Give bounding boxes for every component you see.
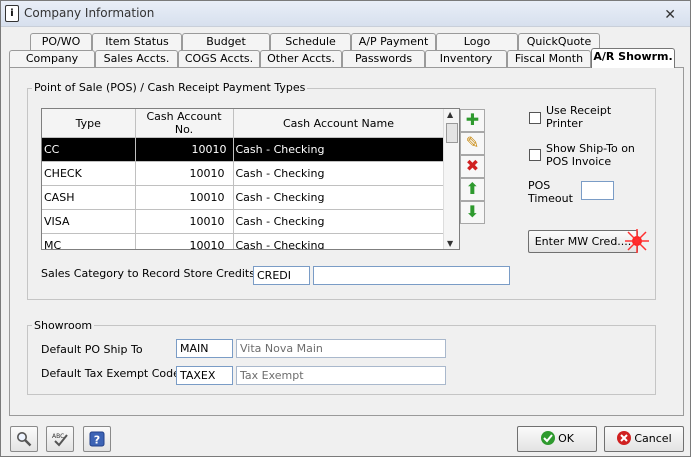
default-po-ship-to-label: Default PO Ship To bbox=[41, 343, 143, 356]
plus-icon: ✚ bbox=[465, 110, 480, 129]
showroom-group-title: Showroom bbox=[32, 319, 95, 332]
pencil-icon: ✎ bbox=[465, 133, 480, 152]
cancel-button[interactable]: Cancel bbox=[604, 426, 684, 452]
scroll-down-arrow-icon[interactable]: ▼ bbox=[447, 239, 453, 248]
move-up-button[interactable]: ⬆ bbox=[460, 178, 485, 201]
edit-row-button[interactable]: ✎ bbox=[460, 132, 485, 155]
sales-category-label: Sales Category to Record Store Credits bbox=[41, 267, 255, 280]
delete-row-button[interactable]: ✖ bbox=[460, 155, 485, 178]
cell-account-no[interactable]: 10010 bbox=[135, 233, 234, 249]
tab-company[interactable]: Company bbox=[9, 50, 95, 67]
payment-types-grid: Type Cash Account No. Cash Account Name … bbox=[41, 108, 460, 250]
sales-category-desc-input[interactable] bbox=[313, 266, 510, 285]
cell-account-no[interactable]: 10010 bbox=[135, 185, 234, 210]
tab-sales-accts[interactable]: Sales Accts. bbox=[95, 50, 178, 67]
scroll-up-arrow-icon[interactable]: ▲ bbox=[447, 110, 453, 119]
company-information-window: i Company Information ✕ PO/WO Item Statu… bbox=[0, 0, 691, 457]
table-row[interactable]: CHECK 10010 Cash - Checking bbox=[42, 161, 445, 186]
enter-mw-cred-button[interactable]: Enter MW Cred.... bbox=[528, 230, 638, 253]
default-po-ship-to-name-field: Vita Nova Main bbox=[236, 339, 446, 358]
column-header-cash-account-no[interactable]: Cash Account No. bbox=[135, 109, 234, 138]
show-ship-to-label: Show Ship-To on POS Invoice bbox=[546, 142, 635, 168]
close-window-button[interactable]: ✕ bbox=[664, 7, 676, 23]
table-row[interactable]: CC 10010 Cash - Checking bbox=[42, 137, 445, 162]
tab-po-wo[interactable]: PO/WO bbox=[30, 33, 92, 50]
cell-account-no[interactable]: 10010 bbox=[135, 209, 234, 234]
cell-type[interactable]: CASH bbox=[42, 185, 136, 210]
checkmark-circle-icon bbox=[541, 431, 556, 445]
default-tax-exempt-label: Default Tax Exempt Code bbox=[41, 367, 180, 380]
grid-header: Type Cash Account No. Cash Account Name bbox=[42, 109, 445, 138]
window-title: Company Information bbox=[24, 6, 155, 20]
tab-schedule[interactable]: Schedule bbox=[270, 33, 351, 50]
sales-category-code-input[interactable]: CREDI bbox=[253, 266, 310, 285]
cell-account-name[interactable]: Cash - Checking bbox=[233, 233, 445, 249]
table-row[interactable]: CASH 10010 Cash - Checking bbox=[42, 185, 445, 210]
cell-type[interactable]: CC bbox=[42, 137, 136, 162]
tab-passwords[interactable]: Passwords bbox=[342, 50, 425, 67]
tab-budget[interactable]: Budget bbox=[182, 33, 270, 50]
tab-other-accts[interactable]: Other Accts. bbox=[260, 50, 342, 67]
cell-type[interactable]: VISA bbox=[42, 209, 136, 234]
delete-x-icon: ✖ bbox=[465, 156, 480, 175]
tab-ap-payment[interactable]: A/P Payment bbox=[351, 33, 436, 50]
arrow-up-icon: ⬆ bbox=[465, 179, 480, 198]
cell-account-name[interactable]: Cash - Checking bbox=[233, 185, 445, 210]
column-header-cash-account-name[interactable]: Cash Account Name bbox=[233, 109, 445, 138]
tab-quickquote[interactable]: QuickQuote bbox=[518, 33, 600, 50]
column-header-type[interactable]: Type bbox=[42, 109, 136, 138]
ok-label: OK bbox=[558, 432, 574, 445]
add-row-button[interactable]: ✚ bbox=[460, 109, 485, 132]
pos-timeout-input[interactable] bbox=[581, 181, 614, 200]
svg-text:ABC: ABC bbox=[52, 433, 64, 440]
default-tax-exempt-name-field: Tax Exempt bbox=[236, 366, 446, 385]
svg-text:?: ? bbox=[94, 434, 100, 447]
arrow-down-icon: ⬇ bbox=[465, 202, 480, 221]
title-bar: i Company Information ✕ bbox=[1, 1, 690, 27]
tab-item-status[interactable]: Item Status bbox=[92, 33, 182, 50]
highlight-burst-icon bbox=[625, 229, 649, 253]
move-down-button[interactable]: ⬇ bbox=[460, 201, 485, 224]
tab-ar-showroom[interactable]: A/R Showrm. bbox=[591, 48, 675, 68]
pos-group-title: Point of Sale (POS) / Cash Receipt Payme… bbox=[32, 81, 308, 94]
help-button[interactable]: ? bbox=[83, 426, 111, 452]
grid-vertical-scrollbar[interactable]: ▲ ▼ bbox=[443, 109, 459, 249]
cell-account-no[interactable]: 10010 bbox=[135, 161, 234, 186]
cell-type[interactable]: MC bbox=[42, 233, 136, 249]
tab-cogs-accts[interactable]: COGS Accts. bbox=[178, 50, 260, 67]
magnifier-icon bbox=[17, 432, 32, 447]
pos-timeout-label: POS Timeout bbox=[528, 179, 573, 205]
ok-button[interactable]: OK bbox=[517, 426, 597, 452]
tab-inventory[interactable]: Inventory bbox=[425, 50, 507, 67]
cell-account-name[interactable]: Cash - Checking bbox=[233, 161, 445, 186]
default-tax-exempt-code-input[interactable]: TAXEX bbox=[176, 366, 233, 385]
scrollbar-thumb[interactable] bbox=[446, 123, 458, 143]
show-ship-to-checkbox[interactable] bbox=[529, 149, 541, 161]
help-icon: ? bbox=[89, 431, 105, 447]
tab-logo[interactable]: Logo bbox=[436, 33, 518, 50]
cell-account-name[interactable]: Cash - Checking bbox=[233, 137, 445, 162]
tab-fiscal-month[interactable]: Fiscal Month bbox=[507, 50, 591, 67]
close-icon: ✕ bbox=[664, 7, 676, 23]
table-row[interactable]: MC 10010 Cash - Checking bbox=[42, 233, 445, 249]
spell-check-icon: ABC bbox=[52, 433, 68, 447]
default-po-ship-to-code-input[interactable]: MAIN bbox=[176, 339, 233, 358]
cancel-label: Cancel bbox=[634, 432, 672, 445]
cell-account-name[interactable]: Cash - Checking bbox=[233, 209, 445, 234]
cell-type[interactable]: CHECK bbox=[42, 161, 136, 186]
spell-check-button[interactable]: ABC bbox=[46, 426, 74, 452]
app-info-icon: i bbox=[5, 5, 19, 22]
table-row[interactable]: VISA 10010 Cash - Checking bbox=[42, 209, 445, 234]
use-receipt-printer-label: Use Receipt Printer bbox=[546, 104, 612, 130]
cancel-circle-icon bbox=[617, 431, 632, 445]
use-receipt-printer-checkbox[interactable] bbox=[529, 112, 541, 124]
cell-account-no[interactable]: 10010 bbox=[135, 137, 234, 162]
search-button[interactable] bbox=[10, 426, 38, 452]
